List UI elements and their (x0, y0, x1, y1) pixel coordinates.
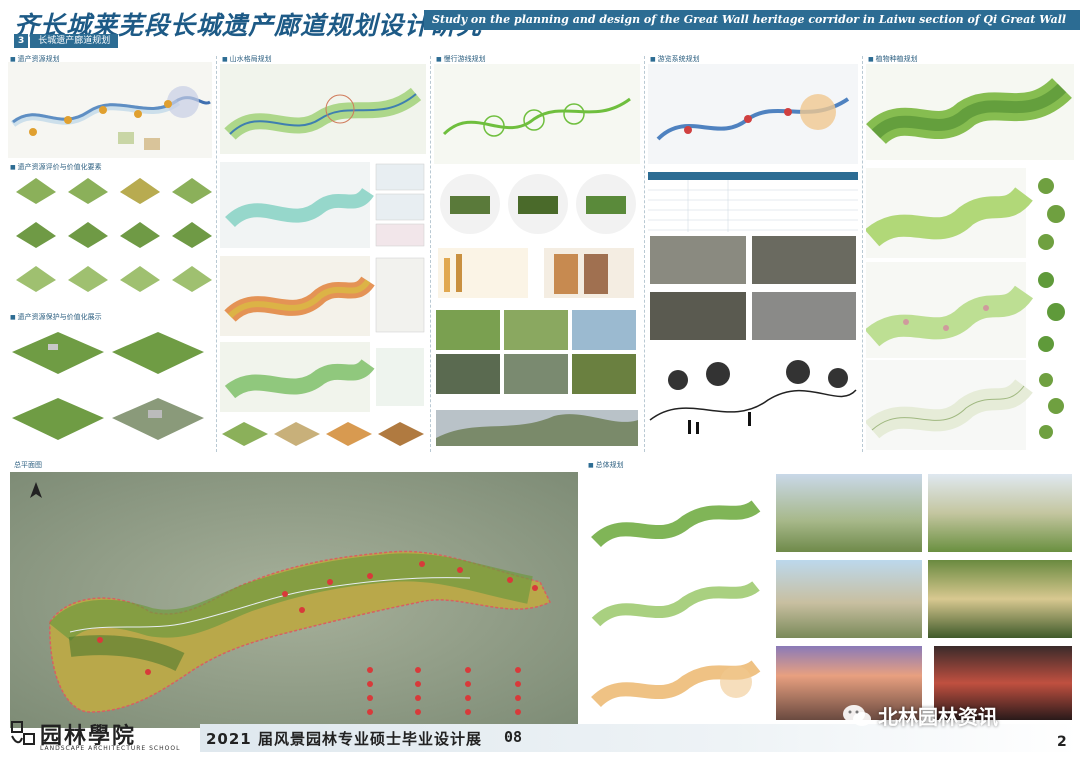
ecology-map-1 (220, 64, 426, 154)
master-plan-title: 总平面图 (14, 461, 42, 469)
greenway-map (434, 64, 640, 164)
panel-greenway-title: 慢行游线规划 (436, 54, 486, 64)
exhibition-title: 2021 届风景园林专业硕士毕业设计展 (206, 730, 482, 748)
bottom-right-title: 总体规划 (588, 460, 624, 470)
greenway-photos (436, 310, 636, 394)
title-bar: 齐长城莱芜段长城遗产廊道规划设计研究 Study on the planning… (0, 0, 1080, 48)
section-label: 长城遗产廊道规划 (30, 34, 119, 48)
plants-map-2 (866, 168, 1065, 258)
ecology-tiles (222, 422, 424, 446)
exhibition-number: 08 (504, 728, 523, 746)
panel-cultural-title: 游览系统规划 (650, 54, 700, 64)
plants-map-1 (866, 64, 1074, 160)
master-plan-svg (10, 472, 578, 728)
rendering-photo-2 (928, 474, 1072, 552)
overall-plan-svg (586, 472, 762, 728)
section-header: 3 长城遗产廊道规划 (14, 34, 119, 48)
rendering-photo-1 (776, 474, 922, 552)
plants-map-3 (866, 262, 1065, 358)
cultural-table (648, 172, 858, 232)
wechat-icon (843, 704, 871, 726)
watermark-text: 北林园林资讯 (878, 705, 998, 729)
greenway-panorama (436, 410, 638, 446)
panel-plants: 植物种植规划 (866, 50, 1074, 454)
cultural-map (648, 64, 858, 164)
cultural-sketch (648, 350, 858, 450)
panel-heritage-sub2: 遗产资源保护与价值化展示 (10, 312, 102, 322)
panel-plants-title: 植物种植规划 (868, 54, 918, 64)
divider (216, 56, 217, 452)
panel-cultural: 游览系统规划 (648, 50, 858, 454)
greenway-sections (438, 248, 634, 298)
panel-ecology-title: 山水格局规划 (222, 54, 272, 64)
panel-ecology: 山水格局规划 (220, 50, 426, 454)
page-number: 2 (1057, 734, 1067, 750)
ecology-map-3 (220, 256, 425, 336)
master-plan-map (10, 472, 578, 728)
overall-plan-maps (586, 472, 762, 728)
wechat-watermark: 北林园林资讯 (842, 701, 998, 730)
page-title-en: Study on the planning and design of the … (424, 10, 1080, 30)
divider (430, 56, 431, 452)
panel-heritage-sub1: 遗产资源评价与价值化要素 (10, 162, 102, 172)
school-logo-icon (11, 721, 35, 745)
cultural-photos (650, 236, 856, 340)
divider (644, 56, 645, 452)
section-number: 3 (14, 34, 29, 48)
panel-greenway: 慢行游线规划 (434, 50, 640, 454)
ecology-map-4 (220, 342, 424, 412)
heritage-blocks (12, 332, 204, 440)
rendering-photo-4 (928, 560, 1072, 638)
heritage-map (8, 62, 212, 158)
school-logo-en: LANDSCAPE ARCHITECTURE SCHOOL (40, 745, 181, 752)
heritage-tiles-grid (16, 178, 212, 292)
plants-map-4 (866, 360, 1064, 450)
divider (862, 56, 863, 452)
ecology-map-2 (220, 162, 425, 248)
rendering-photo-3 (776, 560, 922, 638)
panel-heritage: 遗产资源规划 遗产资源评价与价值化要素 遗产资源保护与价值化展示 (8, 50, 212, 454)
greenway-nodes (440, 174, 636, 234)
